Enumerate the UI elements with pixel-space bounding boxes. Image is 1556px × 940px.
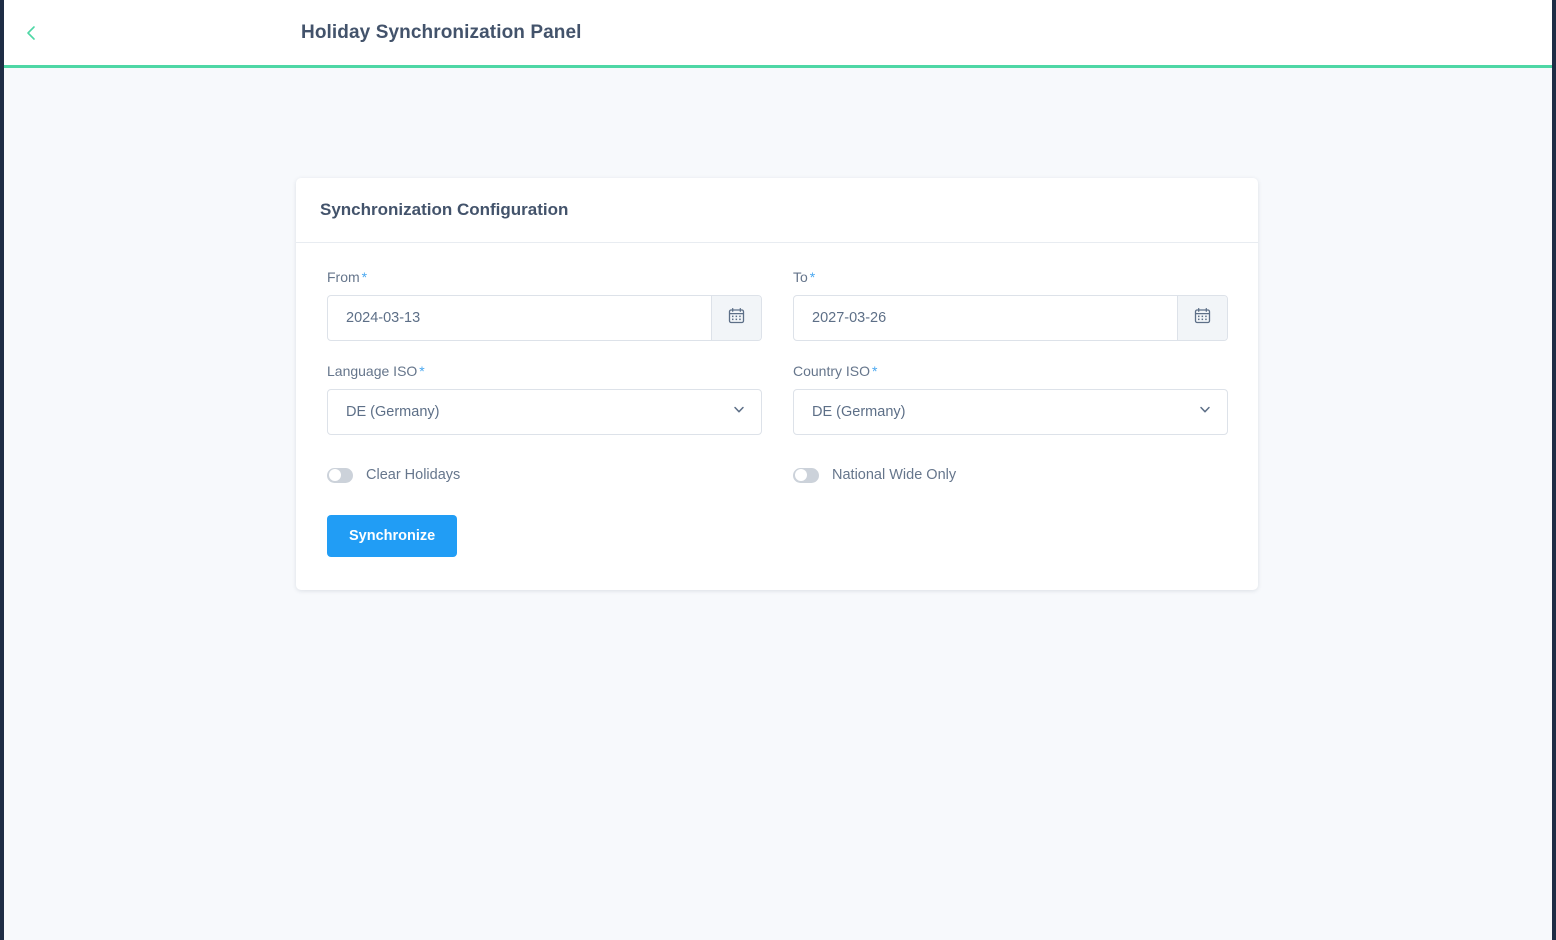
required-asterisk: * <box>419 363 425 379</box>
synchronize-button[interactable]: Synchronize <box>327 515 458 557</box>
country-iso-label: Country ISO * <box>793 363 1228 379</box>
from-input-group <box>327 295 762 341</box>
from-date-input[interactable] <box>328 296 711 340</box>
language-iso-select[interactable]: DE (Germany) <box>327 389 762 435</box>
from-label: From * <box>327 269 762 285</box>
viewport-right-edge <box>1552 0 1556 940</box>
required-asterisk: * <box>872 363 878 379</box>
toggle-knob <box>329 469 341 481</box>
clear-holidays-toggle[interactable] <box>327 467 353 483</box>
language-iso-label-text: Language ISO <box>327 363 418 379</box>
from-field-group: From * <box>327 269 762 341</box>
required-asterisk: * <box>361 269 368 285</box>
card-header: Synchronization Configuration <box>296 178 1258 243</box>
country-iso-label-text: Country ISO <box>793 363 871 379</box>
chevron-left-icon <box>21 23 41 43</box>
card-body: From * 2024-03-13 To * 2027-03-26 Langua… <box>296 243 1258 590</box>
required-asterisk: * <box>809 269 816 285</box>
top-bar: Holiday Synchronization Panel <box>0 0 1556 68</box>
card-title: Synchronization Configuration <box>320 200 569 219</box>
country-iso-select-wrap: DE (Germany) <box>793 389 1228 435</box>
national-wide-only-toggle-item: National Wide Only <box>793 467 1228 483</box>
to-date-input[interactable] <box>794 296 1177 340</box>
from-label-text: From <box>327 269 360 285</box>
date-range-row: From * 2024-03-13 To * 2027-03-26 <box>327 269 1228 341</box>
synchronization-configuration-card: Synchronization Configuration From * 202… <box>296 178 1258 590</box>
language-iso-select-wrap: DE (Germany) <box>327 389 762 435</box>
to-field-group: To * <box>793 269 1228 341</box>
to-calendar-button[interactable] <box>1177 296 1227 340</box>
country-iso-field-group: Country ISO * DE (Germany) <box>793 363 1228 435</box>
language-iso-value: DE (Germany) <box>346 404 440 420</box>
to-input-group <box>793 295 1228 341</box>
to-label-text: To <box>793 269 808 285</box>
toggle-knob <box>795 469 807 481</box>
clear-holidays-label: Clear Holidays <box>366 467 461 483</box>
language-iso-field-group: Language ISO * DE (Germany) <box>327 363 762 435</box>
country-iso-value: DE (Germany) <box>812 404 906 420</box>
from-calendar-button[interactable] <box>711 296 761 340</box>
calendar-icon <box>728 307 745 329</box>
national-wide-only-label: National Wide Only <box>832 467 957 483</box>
page-title: Holiday Synchronization Panel <box>301 21 582 43</box>
main-content: Synchronization Configuration From * 202… <box>0 68 1556 940</box>
clear-holidays-toggle-item: Clear Holidays <box>327 467 762 483</box>
national-wide-only-toggle[interactable] <box>793 467 819 483</box>
back-button[interactable] <box>4 6 58 60</box>
iso-row: Language ISO * DE (Germany) Country ISO … <box>327 363 1228 435</box>
calendar-icon <box>1194 307 1211 329</box>
toggle-row: Clear Holidays National Wide Only <box>327 467 1227 483</box>
to-label: To * <box>793 269 1228 285</box>
language-iso-label: Language ISO * <box>327 363 762 379</box>
viewport-left-edge <box>0 0 4 940</box>
country-iso-select[interactable]: DE (Germany) <box>793 389 1228 435</box>
